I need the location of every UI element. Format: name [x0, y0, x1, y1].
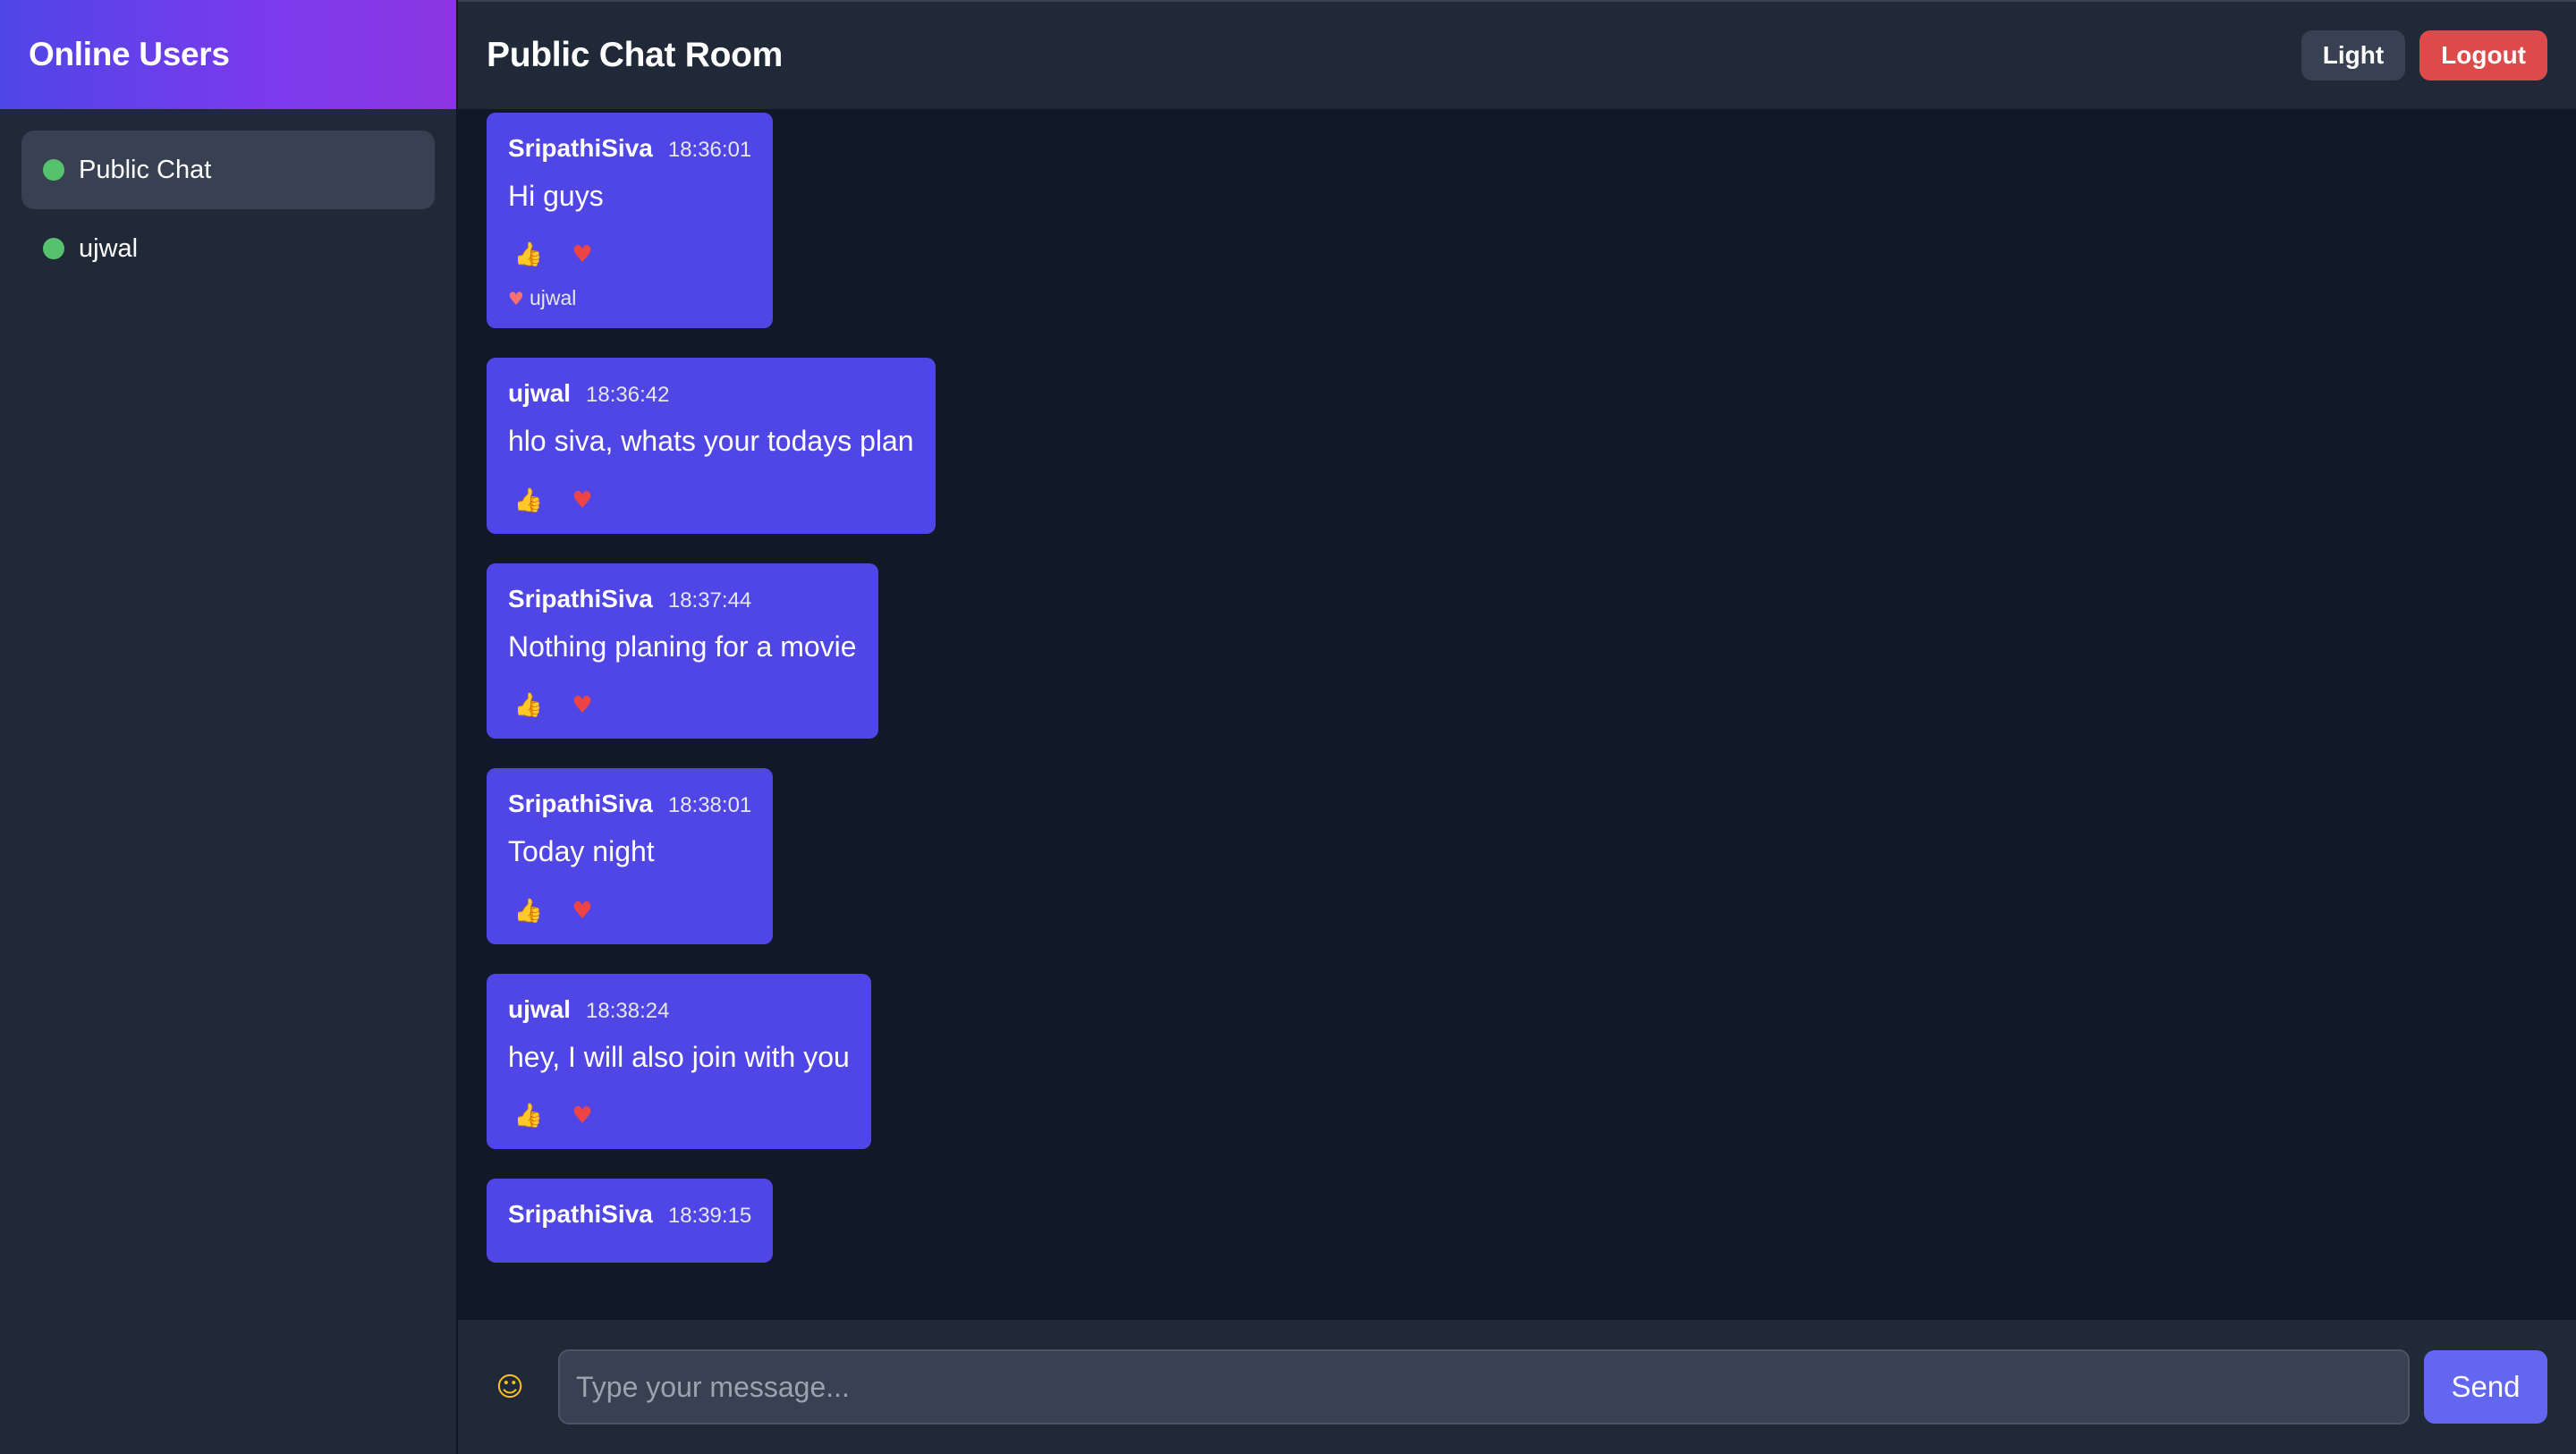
message-row: ujwal 18:36:42 hlo siva, whats your toda…: [487, 358, 2547, 562]
online-status-icon: [43, 238, 64, 259]
message-timestamp: 18:38:24: [586, 998, 670, 1023]
heart-icon: ♥: [508, 287, 524, 309]
logout-button[interactable]: Logout: [2419, 30, 2547, 80]
message-timestamp: 18:38:01: [667, 793, 752, 818]
header-actions: Light Logout: [2301, 30, 2547, 80]
reaction-summary: ♥ ujwal: [508, 286, 751, 310]
message-row: SripathiSiva 18:38:01 Today night 👍 ♥: [487, 768, 2547, 973]
message-bubble: ujwal 18:38:24 hey, I will also join wit…: [487, 973, 871, 1149]
thumbs-up-icon[interactable]: 👍: [513, 240, 544, 270]
chat-header: Public Chat Room Light Logout: [458, 0, 2576, 109]
message-text: Today night: [508, 835, 655, 868]
heart-icon[interactable]: ♥: [567, 240, 597, 270]
thumbs-up-icon[interactable]: 👍: [513, 896, 544, 926]
emoji-picker-icon[interactable]: ☺: [487, 1364, 533, 1410]
sidebar-item-ujwal[interactable]: ujwal: [21, 209, 435, 288]
message-bubble: SripathiSiva 18:39:15: [487, 1178, 774, 1263]
reaction-user: ujwal: [529, 286, 577, 310]
message-header: ujwal 18:36:42: [508, 379, 914, 408]
message-row: SripathiSiva 18:36:01 Hi guys 👍 ♥ ♥ ujwa…: [487, 113, 2547, 358]
sidebar: Online Users Public Chat ujwal: [0, 0, 458, 1454]
message-header: SripathiSiva 18:38:01: [508, 790, 751, 818]
online-status-icon: [43, 159, 64, 181]
message-list[interactable]: SripathiSiva 18:36:01 Hi guys 👍 ♥ ♥ ujwa…: [458, 109, 2576, 1320]
message-sender: ujwal: [508, 994, 572, 1023]
thumbs-up-icon[interactable]: 👍: [513, 690, 544, 721]
heart-icon[interactable]: ♥: [567, 896, 597, 926]
message-input[interactable]: [558, 1349, 2410, 1424]
message-sender: ujwal: [508, 379, 572, 408]
reaction-bar: 👍 ♥: [508, 896, 751, 926]
sidebar-item-label: Public Chat: [79, 155, 212, 184]
heart-icon[interactable]: ♥: [567, 486, 597, 516]
message-header: SripathiSiva 18:39:15: [508, 1200, 751, 1229]
message-bubble: SripathiSiva 18:38:01 Today night 👍 ♥: [487, 768, 774, 944]
chat-main: Public Chat Room Light Logout SripathiSi…: [458, 0, 2576, 1454]
thumbs-up-icon[interactable]: 👍: [513, 486, 544, 516]
message-timestamp: 18:39:15: [667, 1203, 752, 1228]
reaction-bar: 👍 ♥: [508, 690, 857, 721]
message-header: SripathiSiva 18:37:44: [508, 585, 857, 613]
thumbs-up-icon[interactable]: 👍: [513, 1101, 544, 1131]
message-row: SripathiSiva 18:37:44 Nothing planing fo…: [487, 562, 2547, 768]
sidebar-title: Online Users: [29, 36, 230, 72]
sidebar-header: Online Users: [0, 0, 456, 109]
message-timestamp: 18:37:44: [667, 588, 752, 613]
message-text: hey, I will also join with you: [508, 1040, 850, 1073]
heart-icon[interactable]: ♥: [567, 690, 597, 721]
message-row: SripathiSiva 18:39:15: [487, 1178, 2547, 1292]
message-header: SripathiSiva 18:36:01: [508, 134, 751, 163]
message-sender: SripathiSiva: [508, 134, 653, 162]
theme-toggle-button[interactable]: Light: [2301, 30, 2406, 80]
chat-app: Online Users Public Chat ujwal Public Ch…: [0, 0, 2576, 1454]
message-composer: ☺ Send: [458, 1320, 2576, 1454]
message-sender: SripathiSiva: [508, 584, 653, 613]
sidebar-item-label: ujwal: [79, 233, 139, 263]
message-sender: SripathiSiva: [508, 1199, 653, 1228]
heart-icon[interactable]: ♥: [567, 1101, 597, 1131]
message-timestamp: 18:36:42: [586, 383, 670, 408]
message-timestamp: 18:36:01: [667, 138, 752, 162]
online-user-list: Public Chat ujwal: [0, 109, 456, 288]
sidebar-item-public-chat[interactable]: Public Chat: [21, 131, 435, 209]
message-text: Nothing planing for a movie: [508, 630, 857, 663]
message-bubble: ujwal 18:36:42 hlo siva, whats your toda…: [487, 358, 936, 534]
message-bubble: SripathiSiva 18:36:01 Hi guys 👍 ♥ ♥ ujwa…: [487, 113, 774, 329]
send-button[interactable]: Send: [2424, 1350, 2547, 1424]
message-row: ujwal 18:38:24 hey, I will also join wit…: [487, 973, 2547, 1179]
page-title: Public Chat Room: [487, 36, 784, 74]
message-text: Hi guys: [508, 180, 604, 212]
reaction-bar: 👍 ♥: [508, 486, 914, 516]
reaction-bar: 👍 ♥: [508, 1101, 850, 1131]
message-text: hlo siva, whats your todays plan: [508, 425, 914, 458]
message-sender: SripathiSiva: [508, 790, 653, 818]
message-bubble: SripathiSiva 18:37:44 Nothing planing fo…: [487, 562, 878, 740]
message-header: ujwal 18:38:24: [508, 995, 850, 1024]
reaction-bar: 👍 ♥: [508, 240, 751, 270]
